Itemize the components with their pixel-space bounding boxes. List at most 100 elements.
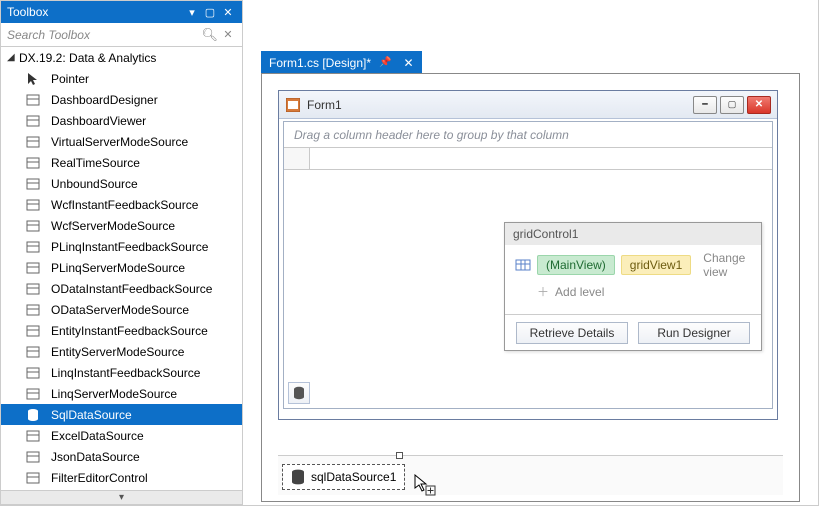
search-input[interactable]	[7, 28, 197, 42]
toolbox-item[interactable]: EntityInstantFeedbackSource	[1, 320, 242, 341]
form-title-text: Form1	[307, 98, 690, 112]
run-designer-button[interactable]: Run Designer	[638, 322, 750, 344]
toolbox-item-icon	[25, 113, 41, 129]
toolbox-item-icon	[25, 239, 41, 255]
toolbox-item-label: EntityServerModeSource	[51, 345, 184, 359]
clear-search-icon[interactable]: ✕	[220, 27, 236, 43]
toolbox-item[interactable]: SqlDataSource	[1, 404, 242, 425]
change-view-link[interactable]: Change view	[703, 251, 751, 279]
toolbox-item-icon	[25, 386, 41, 402]
close-icon[interactable]: ✕	[220, 4, 236, 20]
form-icon	[285, 97, 301, 113]
toolbox-item[interactable]: FilterEditorControl	[1, 467, 242, 488]
pin-icon[interactable]: 📌	[379, 57, 391, 68]
maximize-button[interactable]: ▢	[720, 96, 744, 114]
tray-resize-handle[interactable]	[396, 452, 403, 459]
toolbox-item[interactable]: PLinqInstantFeedbackSource	[1, 236, 242, 257]
toolbox-item-label: WcfInstantFeedbackSource	[51, 198, 198, 212]
toolbox-item[interactable]: PLinqServerModeSource	[1, 257, 242, 278]
toolbox-item-icon	[25, 92, 41, 108]
toolbox-item[interactable]: DashboardDesigner	[1, 89, 242, 110]
form-titlebar: Form1 ━ ▢ ✕	[279, 91, 777, 119]
component-label: sqlDataSource1	[311, 470, 396, 484]
toolbox-item-label: ExcelDataSource	[51, 429, 144, 443]
toolbox-item-label: PLinqServerModeSource	[51, 261, 185, 275]
toolbox-item-icon	[25, 218, 41, 234]
document-tab-label: Form1.cs [Design]*	[269, 56, 371, 70]
window-position-icon[interactable]: ▢	[202, 4, 218, 20]
toolbox-item-icon	[25, 260, 41, 276]
popup-body: (MainView) gridView1 Change view ＋Add le…	[505, 245, 761, 314]
toolbox-item-icon	[25, 155, 41, 171]
toolbox-item[interactable]: DashboardViewer	[1, 110, 242, 131]
toolbox-item-label: PLinqInstantFeedbackSource	[51, 240, 208, 254]
component-tray[interactable]: sqlDataSource1	[278, 455, 783, 495]
toolbox-item-icon	[25, 281, 41, 297]
toolbox-item-icon	[25, 302, 41, 318]
group-panel-hint: Drag a column header here to group by th…	[284, 122, 772, 148]
toolbox-item[interactable]: EntityServerModeSource	[1, 341, 242, 362]
form-window[interactable]: Form1 ━ ▢ ✕ Drag a column header here to…	[278, 90, 778, 420]
toolbox-item[interactable]: ExcelDataSource	[1, 425, 242, 446]
toolbox-item[interactable]: ODataInstantFeedbackSource	[1, 278, 242, 299]
minimize-button[interactable]: ━	[693, 96, 717, 114]
database-icon	[291, 469, 305, 485]
toolbox-item-icon	[25, 407, 41, 423]
category-label: DX.19.2: Data & Analytics	[19, 51, 156, 65]
sql-data-source-component[interactable]: sqlDataSource1	[282, 464, 405, 490]
toolbox-item-label: JsonDataSource	[51, 450, 140, 464]
plus-icon: ＋	[537, 285, 549, 299]
toolbox-item-icon	[25, 323, 41, 339]
toolbox-item-label: VirtualServerModeSource	[51, 135, 188, 149]
toolbox-category[interactable]: ◢ DX.19.2: Data & Analytics	[1, 47, 242, 68]
toolbox-item-label: ODataServerModeSource	[51, 303, 189, 317]
design-surface-panel: Form1.cs [Design]* 📌 ✕ Form1 ━ ▢ ✕ Drag …	[243, 0, 818, 505]
toolbox-item-icon	[25, 71, 41, 87]
main-view-pill[interactable]: (MainView)	[537, 255, 615, 275]
toolbox-item[interactable]: UnboundSource	[1, 173, 242, 194]
toolbox-scroll-down[interactable]: ▾	[1, 490, 242, 504]
search-icon[interactable]: 🔍︎	[201, 27, 218, 43]
grid-view-pill[interactable]: gridView1	[621, 255, 691, 275]
toolbox-item[interactable]: LinqServerModeSource	[1, 383, 242, 404]
retrieve-details-button[interactable]: Retrieve Details	[516, 322, 628, 344]
grid-control[interactable]: Drag a column header here to group by th…	[283, 121, 773, 409]
toolbox-titlebar: Toolbox ▾ ▢ ✕	[1, 1, 242, 23]
toolbox-item[interactable]: ODataServerModeSource	[1, 299, 242, 320]
toolbox-item-icon	[25, 449, 41, 465]
toolbox-item-icon	[25, 344, 41, 360]
toolbox-item-label: LinqServerModeSource	[51, 387, 177, 401]
popup-header: gridControl1	[505, 223, 761, 245]
toolbox-item-label: SqlDataSource	[51, 408, 132, 422]
popup-buttons: Retrieve Details Run Designer	[505, 314, 761, 350]
drop-cursor-icon	[414, 474, 436, 496]
toolbox-item[interactable]: VirtualServerModeSource	[1, 131, 242, 152]
toolbox-item-icon	[25, 197, 41, 213]
add-level-link[interactable]: ＋Add level	[515, 277, 751, 306]
toolbox-item[interactable]: RealTimeSource	[1, 152, 242, 173]
grid-designer-popup: gridControl1 (MainView) gridView1 Change…	[504, 222, 762, 351]
toolbox-item-label: FilterEditorControl	[51, 471, 148, 485]
document-tab[interactable]: Form1.cs [Design]* 📌 ✕	[261, 51, 422, 74]
expand-icon: ◢	[7, 52, 17, 63]
toolbox-item-label: LinqInstantFeedbackSource	[51, 366, 200, 380]
toolbox-item[interactable]: WcfInstantFeedbackSource	[1, 194, 242, 215]
dropdown-icon[interactable]: ▾	[184, 4, 200, 20]
toolbox-item-label: DashboardDesigner	[51, 93, 158, 107]
toolbox-item-label: DashboardViewer	[51, 114, 146, 128]
design-area[interactable]: Form1 ━ ▢ ✕ Drag a column header here to…	[261, 73, 800, 502]
toolbox-item[interactable]: JsonDataSource	[1, 446, 242, 467]
datasource-indicator-icon[interactable]	[288, 382, 310, 404]
toolbox-items: Pointer DashboardDesigner DashboardViewer V…	[1, 68, 242, 490]
view-row: (MainView) gridView1 Change view	[515, 253, 751, 277]
tab-close-icon[interactable]: ✕	[403, 56, 413, 70]
form-close-button[interactable]: ✕	[747, 96, 771, 114]
toolbox-item[interactable]: LinqInstantFeedbackSource	[1, 362, 242, 383]
toolbox-item[interactable]: WcfServerModeSource	[1, 215, 242, 236]
toolbox-item[interactable]: Pointer	[1, 68, 242, 89]
grid-view-icon	[515, 257, 531, 273]
toolbox-item-icon	[25, 365, 41, 381]
toolbox-item-label: EntityInstantFeedbackSource	[51, 324, 208, 338]
toolbox-item-icon	[25, 176, 41, 192]
grid-header-corner	[284, 148, 310, 169]
